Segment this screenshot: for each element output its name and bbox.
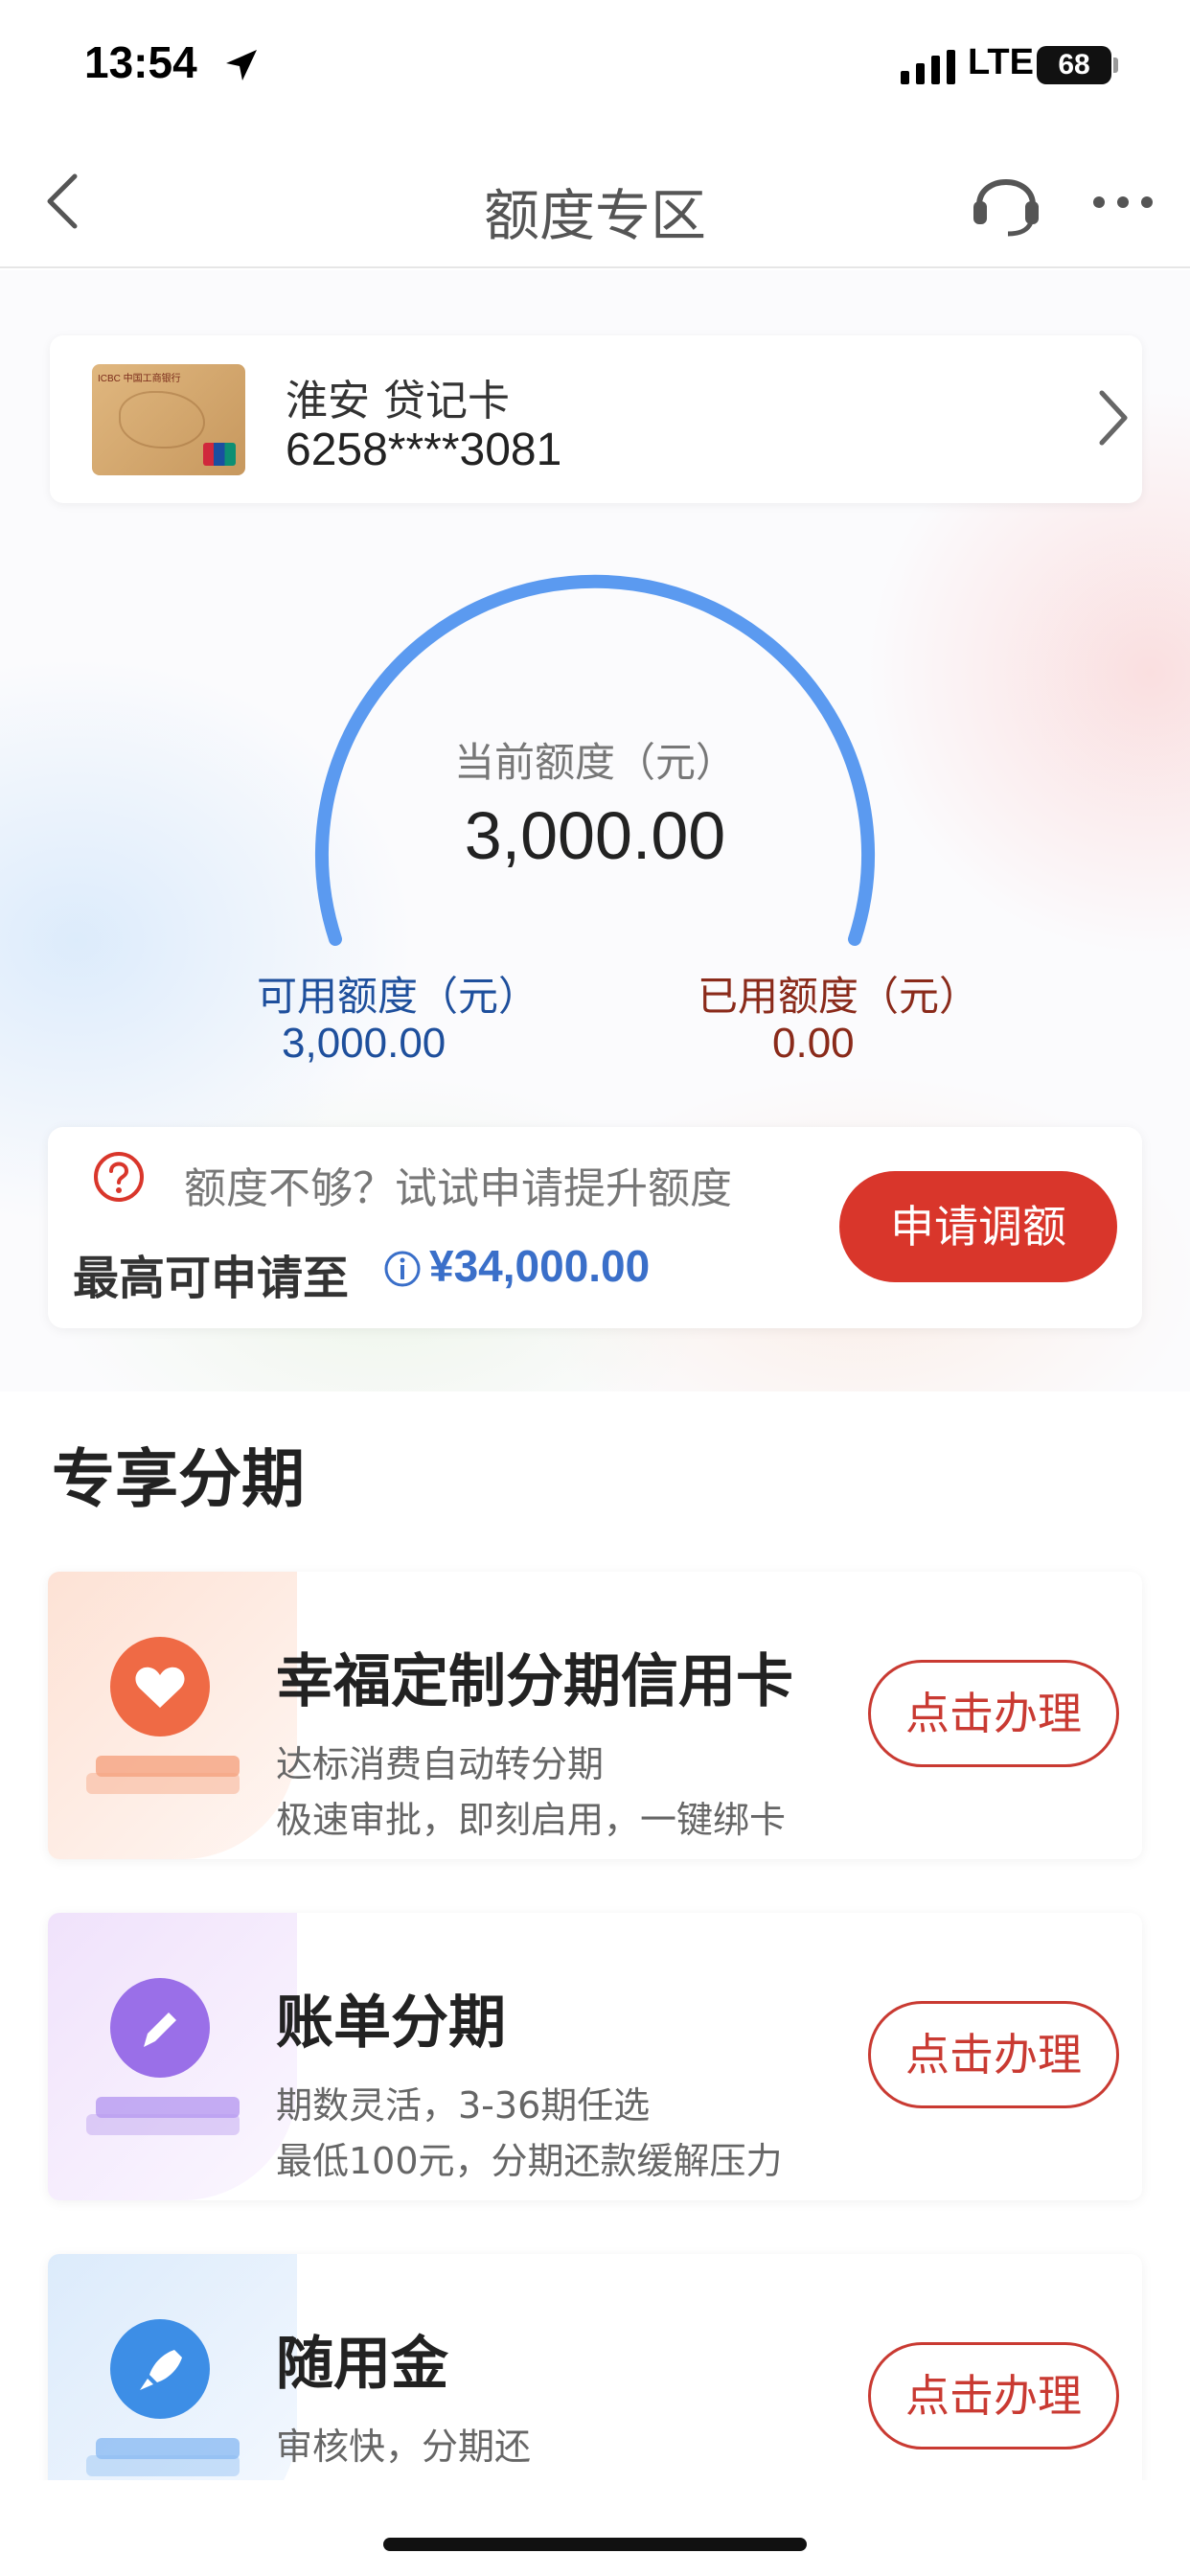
nav-bar: 额度专区 [0,134,1190,268]
promo-desc-line1: 期数灵活，3-36期任选 [276,2084,651,2127]
apply-now-button[interactable]: 点击办理 [868,2342,1119,2450]
available-limit-value: 3,000.00 [282,1020,446,1067]
card-thumbnail: ICBC 中国工商银行 [92,364,245,475]
used-limit-label: 已用额度（元） [698,973,980,1020]
current-limit-label: 当前额度（元） [453,739,736,786]
network-type: LTE [968,42,1034,82]
more-icon[interactable] [1092,196,1154,209]
status-time: 13:54 [84,37,197,87]
pencil-icon [86,1978,240,2135]
home-indicator[interactable] [383,2538,807,2551]
card-number: 6258****3081 [286,425,562,475]
raise-limit-tip: 额度不够？试试申请提升额度 [184,1164,732,1213]
card-map-graphic [119,391,205,448]
battery-icon: 68 [1037,46,1111,84]
location-arrow-icon [226,50,257,80]
chevron-right-icon [1099,390,1128,446]
question-icon [94,1152,144,1202]
promo-desc-line1: 达标消费自动转分期 [276,1743,605,1785]
battery-tip [1113,58,1118,73]
card-selector[interactable]: ICBC 中国工商银行 淮安 贷记卡 6258****3081 [50,335,1142,503]
promo-desc-line1: 审核快，分期还 [276,2426,532,2468]
heart-icon [86,1637,240,1794]
promo-desc-line2: 极速审批，即刻启用，一键绑卡 [276,1799,787,1841]
promo-title: 账单分期 [276,1990,506,2057]
used-limit-value: 0.00 [772,1020,855,1067]
available-limit-label: 可用额度（元） [257,973,539,1020]
signal-icon [901,50,955,84]
promo-title: 幸福定制分期信用卡 [276,1648,793,1715]
apply-now-button[interactable]: 点击办理 [868,2001,1119,2108]
promo-title: 随用金 [276,2331,448,2398]
raise-limit-card: 额度不够？试试申请提升额度 最高可申请至 ¥34,000.00 申请调额 [48,1127,1142,1328]
max-limit-value: ¥34,000.00 [429,1241,651,1291]
promo-desc-line2: 最低100元，分期还款缓解压力 [276,2140,783,2182]
rocket-icon [86,2319,240,2476]
promo-card-bill-installment[interactable]: 账单分期 期数灵活，3-36期任选 最低100元，分期还款缓解压力 点击办理 [48,1913,1142,2200]
apply-now-button[interactable]: 点击办理 [868,1660,1119,1767]
unionpay-logo [203,443,236,466]
info-icon[interactable] [383,1250,422,1288]
bank-logo-mark: ICBC 中国工商银行 [98,374,181,384]
max-limit-label: 最高可申请至 [73,1252,350,1305]
status-bar: 13:54 LTE 68 [0,0,1190,134]
customer-service-icon[interactable] [970,163,1042,240]
promo-card-happiness[interactable]: 幸福定制分期信用卡 达标消费自动转分期 极速审批，即刻启用，一键绑卡 点击办理 [48,1572,1142,1859]
home-indicator-area [0,2480,1190,2576]
current-limit-value: 3,000.00 [464,798,726,873]
section-title: 专享分期 [52,1442,305,1516]
apply-adjust-button[interactable]: 申请调额 [839,1171,1117,1282]
card-name: 淮安 贷记卡 [286,377,510,426]
